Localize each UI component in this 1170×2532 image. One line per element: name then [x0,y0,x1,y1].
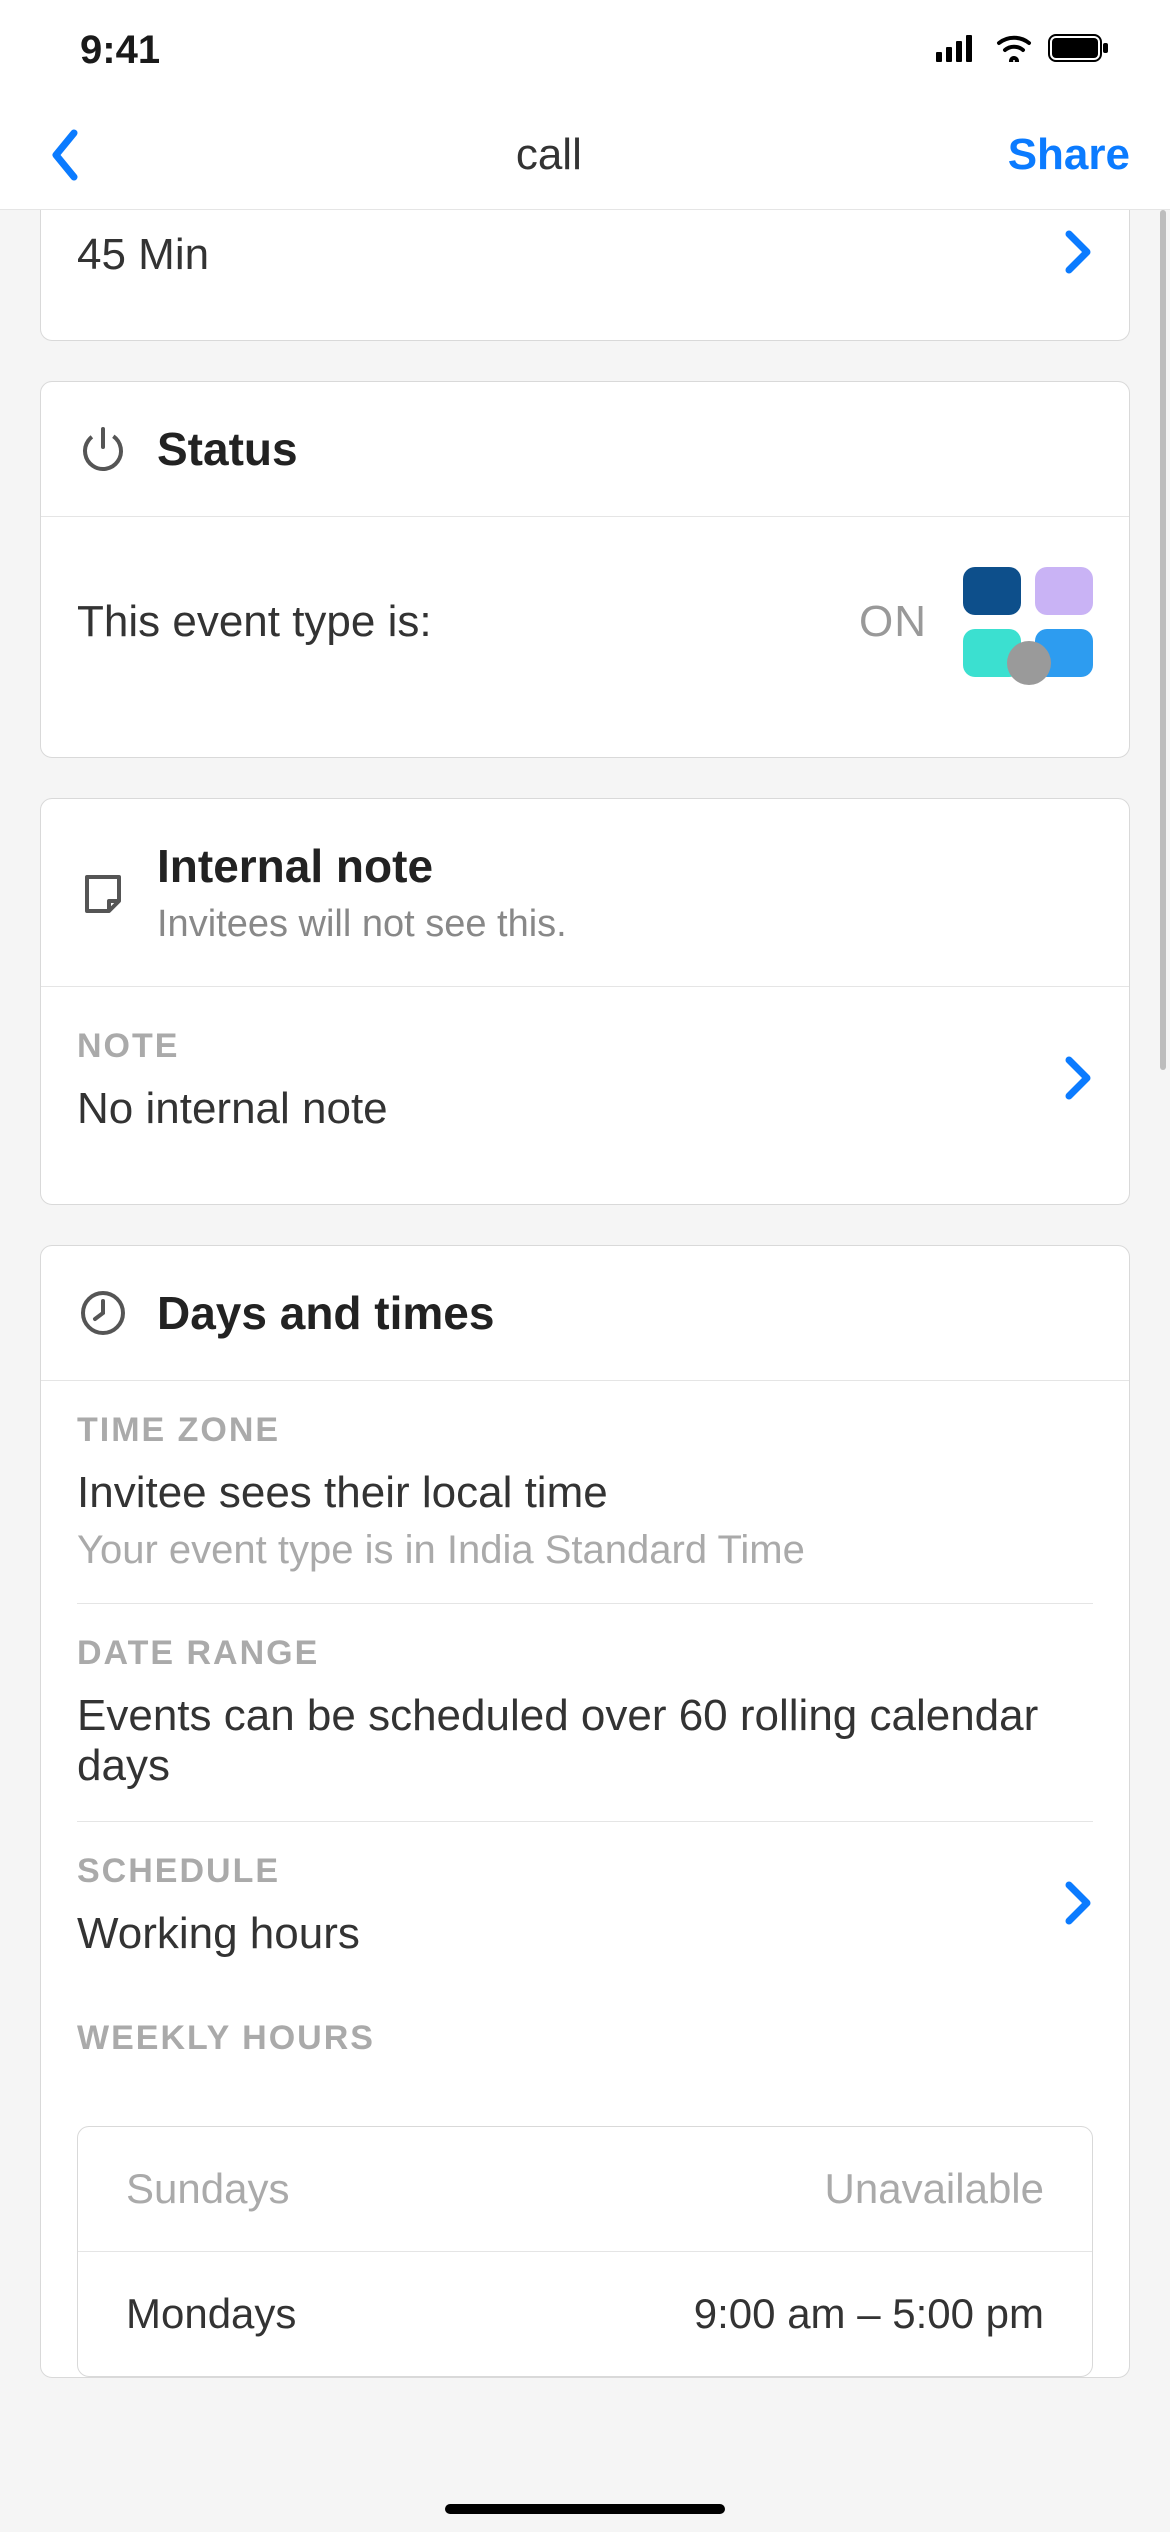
chevron-right-icon [1065,1881,1093,1930]
weekly-hours-table: Sundays Unavailable Mondays 9:00 am – 5:… [77,2126,1093,2377]
timezone-value: Invitee sees their local time [77,1468,1093,1518]
schedule-label: SCHEDULE [77,1852,360,1891]
duration-card[interactable]: 45 Min [40,210,1130,341]
chevron-right-icon [1065,230,1093,279]
scroll-area[interactable]: 45 Min Status This event type is: ON [0,210,1170,2378]
status-title: Status [157,422,298,476]
note-field-label: NOTE [77,1027,388,1066]
note-value: No internal note [77,1084,388,1134]
status-icons [936,34,1110,67]
internal-note-title: Internal note [157,839,567,893]
clock-icon [77,1289,129,1337]
chevron-right-icon [1065,1056,1093,1105]
weekly-row[interactable]: Sundays Unavailable [78,2127,1092,2252]
device-status-bar: 9:41 [0,0,1170,100]
status-toggle[interactable] [963,567,1093,677]
timezone-row[interactable]: TIME ZONE Invitee sees their local time … [41,1381,1129,1603]
power-icon [77,425,129,473]
days-times-header: Days and times [41,1246,1129,1381]
status-state: ON [859,597,927,647]
weekly-row[interactable]: Mondays 9:00 am – 5:00 pm [78,2252,1092,2376]
weekly-day: Mondays [126,2290,296,2338]
page-title: call [516,130,582,180]
status-label: This event type is: [77,597,432,647]
status-time: 9:41 [80,28,160,73]
scroll-indicator[interactable] [1160,210,1166,1070]
schedule-row[interactable]: SCHEDULE Working hours [41,1822,1129,1989]
toggle-square-icon [1035,567,1093,615]
duration-value: 45 Min [77,230,209,280]
weekly-hours: Unavailable [825,2165,1044,2213]
toggle-dot-icon [1007,641,1051,685]
schedule-value: Working hours [77,1909,360,1959]
weekly-hours-section: WEEKLY HOURS [41,1989,1129,2106]
internal-note-subtitle: Invitees will not see this. [157,903,567,946]
weekly-day: Sundays [126,2165,289,2213]
wifi-icon [994,34,1034,67]
internal-note-card: Internal note Invitees will not see this… [40,798,1130,1205]
share-button[interactable]: Share [1008,130,1130,180]
status-header: Status [41,382,1129,517]
timezone-sub: Your event type is in India Standard Tim… [77,1528,1093,1573]
internal-note-row[interactable]: NOTE No internal note [41,987,1129,1204]
note-icon [77,869,129,917]
status-card: Status This event type is: ON [40,381,1130,758]
nav-bar: call Share [0,100,1170,210]
home-indicator[interactable] [445,2504,725,2514]
internal-note-header: Internal note Invitees will not see this… [41,799,1129,987]
back-button[interactable] [40,129,90,181]
days-times-card: Days and times TIME ZONE Invitee sees th… [40,1245,1130,2378]
daterange-label: DATE RANGE [77,1634,1093,1673]
daterange-value: Events can be scheduled over 60 rolling … [77,1691,1093,1791]
chevron-left-icon [50,129,80,181]
timezone-label: TIME ZONE [77,1411,1093,1450]
toggle-square-icon [963,567,1021,615]
cellular-icon [936,34,980,67]
daterange-row[interactable]: DATE RANGE Events can be scheduled over … [41,1604,1129,1821]
days-times-title: Days and times [157,1286,494,1340]
weekly-label: WEEKLY HOURS [77,2019,1093,2058]
weekly-hours: 9:00 am – 5:00 pm [694,2290,1044,2338]
battery-icon [1048,34,1110,67]
